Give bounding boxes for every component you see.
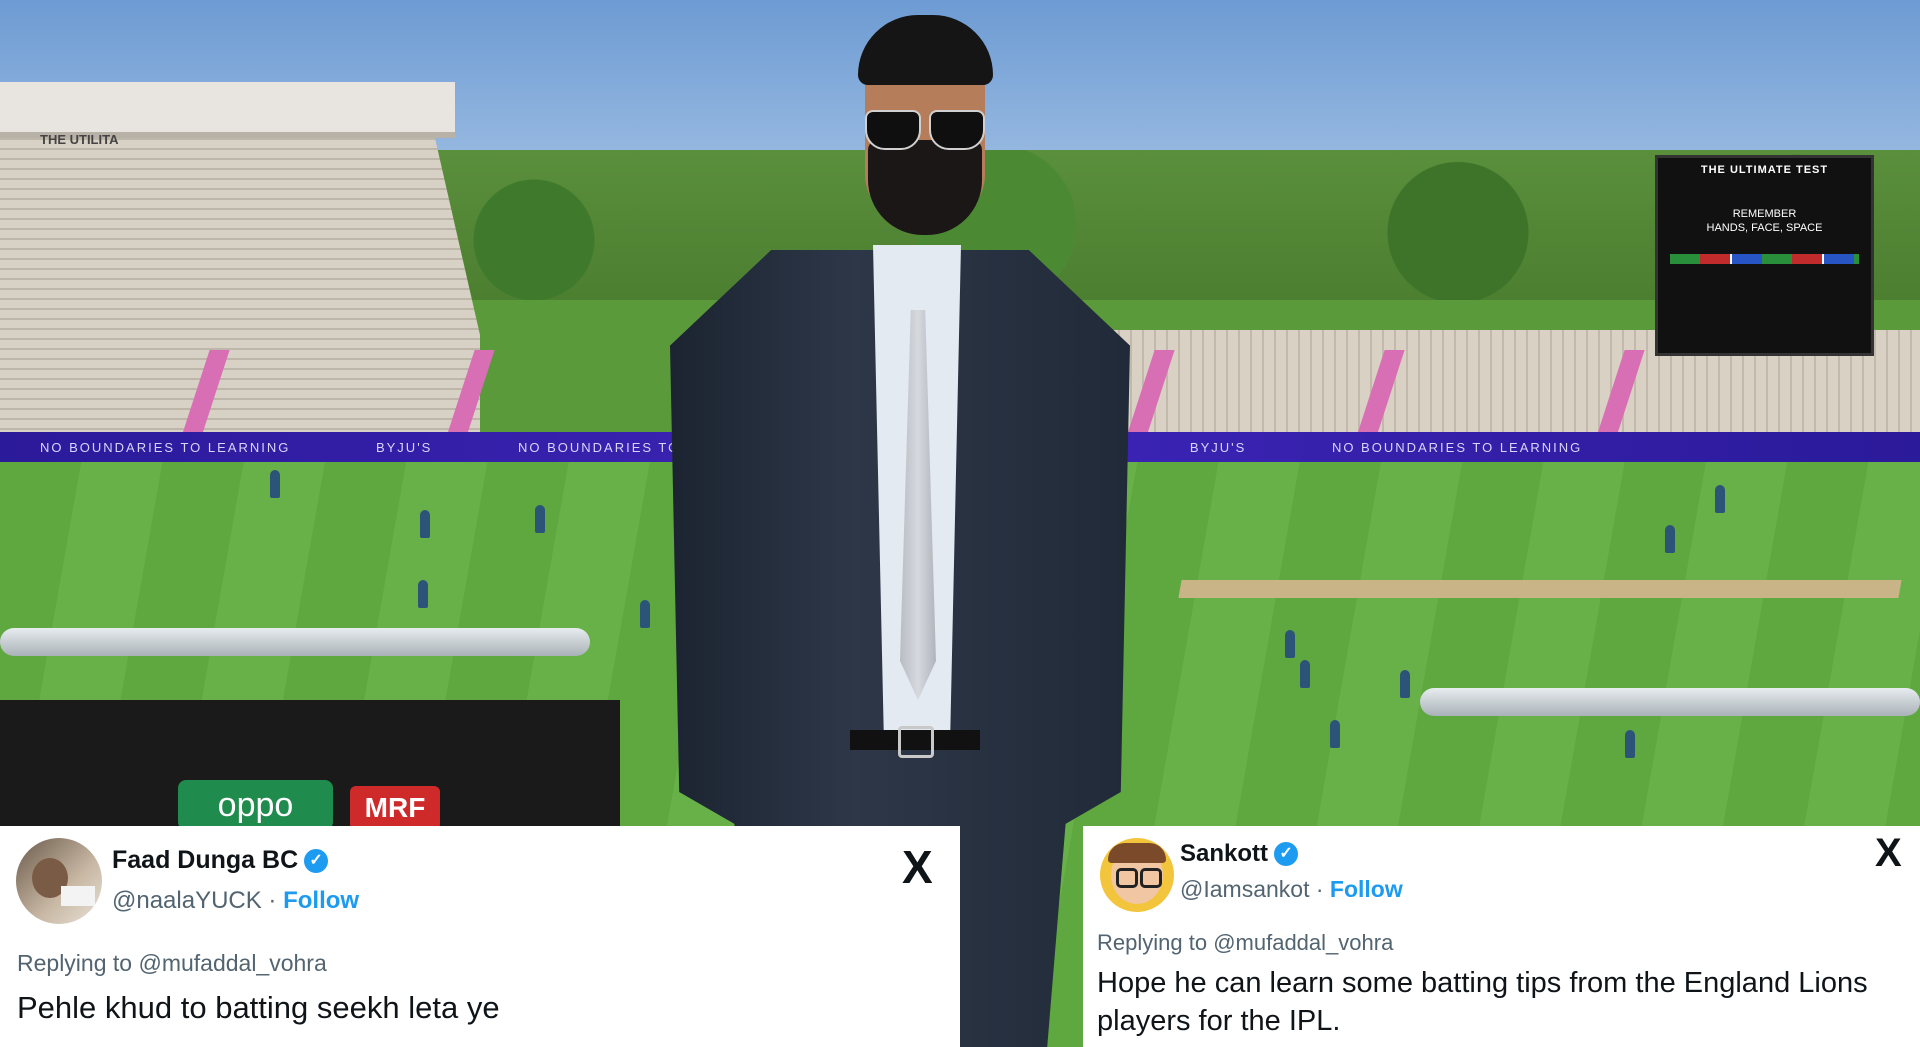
player — [640, 600, 650, 628]
user-handle[interactable]: @naalaYUCK — [112, 887, 262, 914]
boundary-text: NO BOUNDARIES TO LEARNING — [1331, 440, 1583, 455]
sunglasses — [865, 110, 987, 150]
stand-sign: THE UTILITA — [40, 132, 119, 147]
scoreboard-line: HANDS, FACE, SPACE — [1706, 222, 1823, 234]
tweet-text: Pehle khud to batting seekh leta ye — [17, 990, 500, 1025]
boundary-text: NO BOUNDARIES TO LEARNING — [40, 440, 291, 455]
balcony-railing — [0, 628, 590, 656]
follow-button[interactable]: Follow — [1330, 876, 1403, 902]
avatar-glasses — [1140, 868, 1162, 888]
avatar[interactable] — [1100, 838, 1174, 912]
scoreboard: THE ULTIMATE TEST REMEMBER HANDS, FACE, … — [1655, 155, 1874, 356]
player — [1665, 525, 1675, 553]
player — [535, 505, 545, 533]
replying-handle[interactable]: @mufaddal_vohra — [138, 950, 326, 976]
tweet-card-right[interactable]: Sankott ✓ @Iamsankot · Follow X Replying… — [1083, 826, 1920, 1047]
handle-row: @Iamsankot · Follow — [1180, 876, 1403, 903]
oppo-ad: oppo — [178, 780, 333, 830]
hair — [858, 15, 993, 85]
replying-prefix: Replying to — [1097, 930, 1208, 955]
belt-buckle — [898, 726, 934, 758]
display-name[interactable]: Sankott — [1180, 840, 1268, 868]
x-logo-icon[interactable]: X — [1875, 830, 1902, 876]
player — [1625, 730, 1635, 758]
replying-to: Replying to @mufaddal_vohra — [17, 950, 327, 977]
mrf-ad: MRF — [350, 786, 440, 830]
pavilion-roof: THE UTILITA — [0, 82, 455, 147]
replying-handle[interactable]: @mufaddal_vohra — [1213, 930, 1393, 955]
avatar-paper — [61, 886, 95, 906]
scoreboard-title: THE ULTIMATE TEST — [1700, 164, 1829, 176]
display-name[interactable]: Faad Dunga BC — [112, 846, 298, 875]
user-handle[interactable]: @Iamsankot — [1180, 876, 1309, 902]
replying-prefix: Replying to — [17, 950, 133, 976]
player — [420, 510, 430, 538]
verified-badge-icon: ✓ — [304, 848, 329, 873]
avatar-hair — [1108, 843, 1166, 863]
separator: · — [1309, 876, 1330, 902]
follow-button[interactable]: Follow — [283, 887, 359, 914]
beard — [868, 140, 982, 235]
lens — [865, 110, 921, 150]
name-row: Sankott ✓ — [1180, 840, 1299, 868]
avatar-glasses — [1116, 868, 1138, 888]
player — [270, 470, 280, 498]
boundary-sponsor: BYJU'S — [375, 440, 433, 455]
sponsor-strip — [1670, 254, 1859, 264]
handle-row: @naalaYUCK · Follow — [112, 887, 359, 915]
name-row: Faad Dunga BC ✓ — [112, 846, 329, 875]
player — [1400, 670, 1410, 698]
tweet-card-left[interactable]: Faad Dunga BC ✓ @naalaYUCK · Follow X Re… — [0, 826, 960, 1047]
pitch — [1178, 580, 1902, 598]
replying-to: Replying to @mufaddal_vohra — [1097, 930, 1393, 956]
lens — [929, 110, 985, 150]
player — [418, 580, 428, 608]
separator: · — [261, 887, 284, 914]
boundary-sponsor: BYJU'S — [1189, 440, 1247, 455]
avatar[interactable] — [16, 838, 102, 924]
player — [1330, 720, 1340, 748]
tweet-text: Hope he can learn some batting tips from… — [1097, 967, 1868, 1037]
player — [1285, 630, 1295, 658]
x-logo-icon[interactable]: X — [902, 844, 933, 890]
verified-badge-icon: ✓ — [1274, 842, 1299, 866]
player — [1300, 660, 1310, 688]
scoreboard-line: REMEMBER — [1732, 208, 1797, 220]
player — [1715, 485, 1725, 513]
balcony-railing — [1420, 688, 1920, 716]
